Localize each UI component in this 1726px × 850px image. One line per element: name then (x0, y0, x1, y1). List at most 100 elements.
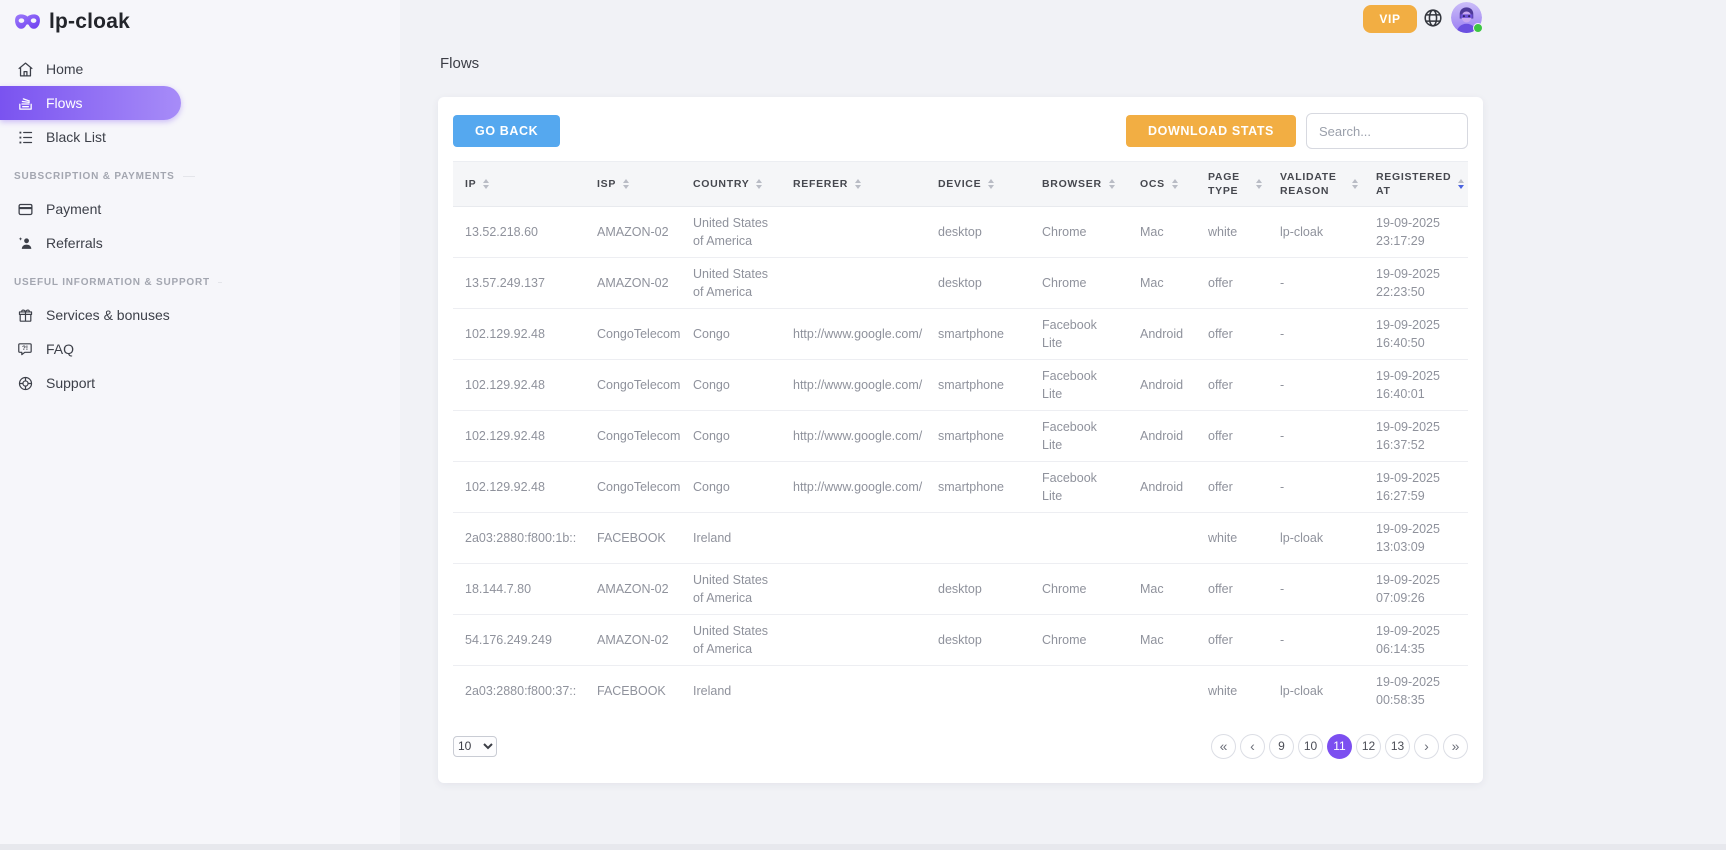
card-toolbar: GO BACK DOWNLOAD STATS (453, 113, 1468, 149)
cell-device: desktop (926, 258, 1030, 309)
app-logo[interactable]: lp-cloak (14, 10, 130, 34)
payment-icon (16, 200, 34, 218)
cell-ocs: Android (1128, 309, 1196, 360)
sidebar-item-flows[interactable]: Flows (0, 86, 181, 120)
sort-down-arrow (756, 185, 762, 189)
sort-up-arrow (988, 179, 994, 183)
column-header-content: DEVICE (938, 177, 1024, 191)
column-label: REGISTERED AT (1376, 170, 1451, 198)
cell-registered_at: 19-09-2025 16:40:01 (1364, 360, 1468, 411)
sort-icon (855, 179, 861, 189)
sort-up-arrow (483, 179, 489, 183)
sort-down-arrow (1172, 185, 1178, 189)
column-header-ip[interactable]: IP (453, 162, 585, 207)
page-10-button[interactable]: 10 (1298, 734, 1323, 759)
mask-logo-icon (14, 13, 41, 31)
cell-registered_at: 19-09-2025 13:03:09 (1364, 513, 1468, 564)
sort-down-arrow (1109, 185, 1115, 189)
home-icon (16, 60, 34, 78)
column-header-registered_at[interactable]: REGISTERED AT (1364, 162, 1468, 207)
cell-ocs: Mac (1128, 207, 1196, 258)
page-prev-button[interactable]: ‹ (1240, 734, 1265, 759)
cell-ocs (1128, 666, 1196, 717)
table-row: 102.129.92.48CongoTelecomCongohttp://www… (453, 360, 1468, 411)
cell-validate_reason: - (1268, 360, 1364, 411)
sidebar-item-payment[interactable]: Payment (0, 192, 181, 226)
svg-text:?!: ?! (21, 345, 27, 352)
sort-down-arrow (988, 185, 994, 189)
column-header-browser[interactable]: BROWSER (1030, 162, 1128, 207)
table-row: 2a03:2880:f800:37::FACEBOOKIrelandwhitel… (453, 666, 1468, 717)
page-11-button[interactable]: 11 (1327, 734, 1352, 759)
sort-down-arrow (483, 185, 489, 189)
cell-validate_reason: - (1268, 462, 1364, 513)
page-last-button[interactable]: » (1443, 734, 1468, 759)
cell-browser: Facebook Lite (1030, 462, 1128, 513)
flows-card: GO BACK DOWNLOAD STATS IP ISP COUNTRY REFER… (438, 97, 1483, 783)
sidebar-item-label: Payment (46, 201, 101, 217)
cell-referer: http://www.google.com/ (781, 411, 926, 462)
sort-down-arrow (1256, 185, 1262, 189)
sort-down-arrow (1352, 185, 1358, 189)
sidebar-item-referrals[interactable]: Referrals (0, 226, 181, 260)
column-header-ocs[interactable]: OCS (1128, 162, 1196, 207)
sort-icon (1256, 179, 1262, 189)
sidebar-nav: HomeFlowsBlack ListSUBSCRIPTION & PAYMEN… (0, 52, 220, 400)
sidebar-item-black-list[interactable]: Black List (0, 120, 181, 154)
sort-down-arrow (855, 185, 861, 189)
column-label: COUNTRY (693, 177, 749, 191)
column-header-device[interactable]: DEVICE (926, 162, 1030, 207)
page-12-button[interactable]: 12 (1356, 734, 1381, 759)
page-next-button[interactable]: › (1414, 734, 1439, 759)
column-label: ISP (597, 177, 616, 191)
download-stats-button[interactable]: DOWNLOAD STATS (1126, 115, 1296, 147)
column-label: PAGE TYPE (1208, 170, 1249, 198)
sort-up-arrow (1109, 179, 1115, 183)
column-header-referer[interactable]: REFERER (781, 162, 926, 207)
cell-device: smartphone (926, 462, 1030, 513)
cell-registered_at: 19-09-2025 06:14:35 (1364, 615, 1468, 666)
cell-registered_at: 19-09-2025 23:17:29 (1364, 207, 1468, 258)
section-divider-line (183, 176, 195, 177)
column-header-country[interactable]: COUNTRY (681, 162, 781, 207)
column-header-content: COUNTRY (693, 177, 775, 191)
cell-registered_at: 19-09-2025 22:23:50 (1364, 258, 1468, 309)
column-label: OCS (1140, 177, 1165, 191)
cell-page_type: offer (1196, 360, 1268, 411)
sidebar-item-home[interactable]: Home (0, 52, 181, 86)
sidebar-item-services-bonuses[interactable]: Services & bonuses (0, 298, 181, 332)
cell-isp: AMAZON-02 (585, 615, 681, 666)
page-13-button[interactable]: 13 (1385, 734, 1410, 759)
sort-icon (1172, 179, 1178, 189)
flows-icon (16, 94, 34, 112)
cell-country: Congo (681, 462, 781, 513)
cell-browser: Facebook Lite (1030, 309, 1128, 360)
search-input[interactable] (1306, 113, 1468, 149)
cell-device: smartphone (926, 411, 1030, 462)
page-size-select[interactable]: 10 (453, 736, 497, 757)
cell-country: Ireland (681, 666, 781, 717)
table-row: 18.144.7.80AMAZON-02United States of Ame… (453, 564, 1468, 615)
page-first-button[interactable]: « (1211, 734, 1236, 759)
cell-ocs: Mac (1128, 258, 1196, 309)
cell-device (926, 666, 1030, 717)
cell-ip: 2a03:2880:f800:1b:: (453, 513, 585, 564)
column-header-page_type[interactable]: PAGE TYPE (1196, 162, 1268, 207)
go-back-button[interactable]: GO BACK (453, 115, 560, 147)
cell-browser: Facebook Lite (1030, 411, 1128, 462)
cell-isp: FACEBOOK (585, 513, 681, 564)
cell-ocs: Android (1128, 360, 1196, 411)
sidebar-item-support[interactable]: Support (0, 366, 181, 400)
table-row: 102.129.92.48CongoTelecomCongohttp://www… (453, 309, 1468, 360)
column-header-content: IP (465, 177, 579, 191)
cell-ip: 102.129.92.48 (453, 462, 585, 513)
support-icon (16, 374, 34, 392)
column-header-isp[interactable]: ISP (585, 162, 681, 207)
cell-browser (1030, 513, 1128, 564)
sidebar-item-faq[interactable]: ?!FAQ (0, 332, 181, 366)
cell-ip: 102.129.92.48 (453, 411, 585, 462)
cell-page_type: white (1196, 666, 1268, 717)
cell-ip: 2a03:2880:f800:37:: (453, 666, 585, 717)
column-header-validate_reason[interactable]: VALIDATE REASON (1268, 162, 1364, 207)
page-9-button[interactable]: 9 (1269, 734, 1294, 759)
